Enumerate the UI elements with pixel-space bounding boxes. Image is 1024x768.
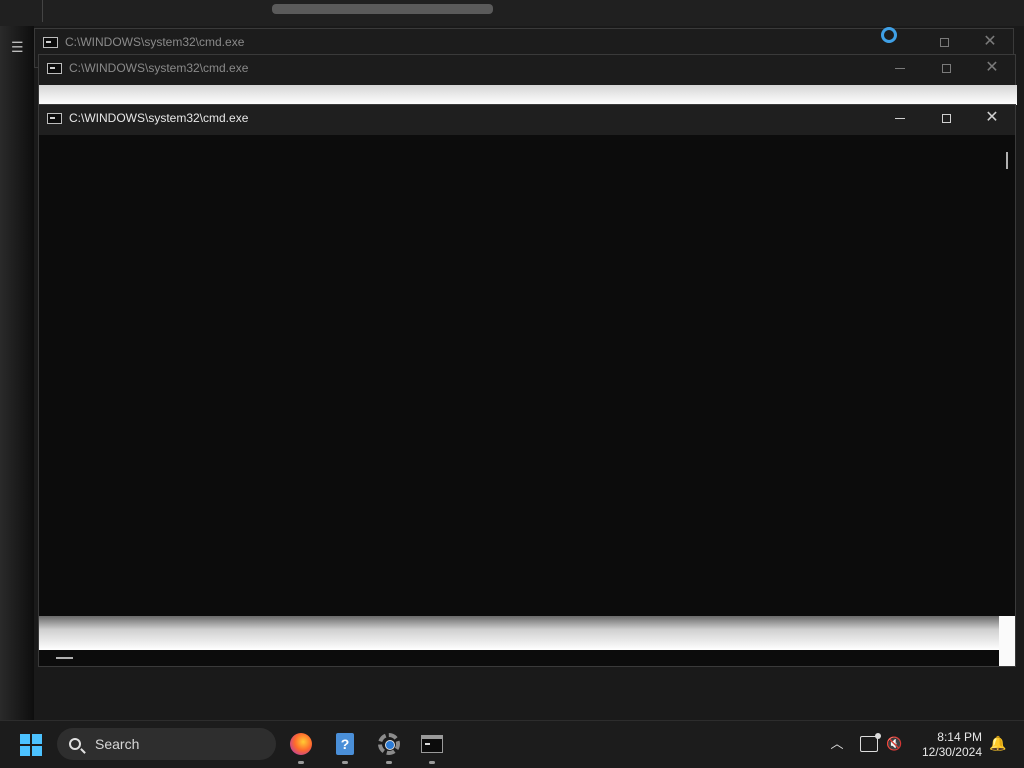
network-icon[interactable] — [860, 733, 881, 752]
window-title: C:\WINDOWS\system32\cmd.exe — [65, 35, 245, 49]
cmd-icon — [47, 112, 62, 124]
taskbar-app-settings[interactable] — [374, 729, 404, 764]
taskbar-app-firefox[interactable] — [286, 729, 316, 764]
show-hidden-icons-chevron-icon[interactable]: ︿ — [830, 737, 844, 751]
cmd-icon — [43, 36, 58, 48]
maximize-icon — [941, 63, 951, 73]
scroll-thumb[interactable] — [1006, 152, 1008, 169]
taskbar: Search ? ︿ 🔇 8:14 PM 12/30/2024 🔔 — [0, 720, 1024, 768]
start-button[interactable] — [20, 734, 42, 756]
desktop-top-bar — [0, 0, 1024, 26]
window-title: C:\WINDOWS\system32\cmd.exe — [69, 61, 249, 75]
menu-icon[interactable]: ☰ — [11, 40, 25, 54]
settings-gear-icon — [378, 733, 400, 755]
minimize-icon — [895, 67, 905, 69]
desktop-left-panel: ☰ — [0, 26, 34, 726]
scrollbar-corner — [999, 616, 1015, 666]
cmd-window-active[interactable]: C:\WINDOWS\system32\cmd.exe ✕ — [38, 104, 1016, 667]
windows-logo-tile — [32, 746, 42, 756]
maximize-button[interactable] — [923, 105, 969, 131]
close-icon: ✕ — [985, 109, 999, 126]
close-button[interactable]: ✕ — [969, 55, 1015, 81]
maximize-button[interactable] — [921, 29, 967, 55]
horizontal-scrollbar[interactable] — [39, 650, 999, 666]
titlebar[interactable]: C:\WINDOWS\system32\cmd.exe — [35, 29, 1013, 55]
clock[interactable]: 8:14 PM 12/30/2024 — [908, 730, 982, 760]
windows-logo-tile — [20, 734, 30, 744]
firefox-icon — [290, 733, 312, 755]
running-indicator — [429, 761, 435, 764]
render-glitch-band — [39, 616, 999, 650]
divider — [42, 0, 43, 22]
running-indicator — [298, 761, 304, 764]
close-icon: ✕ — [983, 33, 997, 50]
maximize-button[interactable] — [923, 55, 969, 81]
vertical-scrollbar[interactable] — [999, 135, 1015, 616]
windows-logo-tile — [20, 746, 30, 756]
taskbar-app-help[interactable]: ? — [330, 729, 360, 764]
clock-time: 8:14 PM — [937, 730, 982, 744]
clock-date: 12/30/2024 — [921, 745, 982, 759]
minimize-icon — [895, 117, 905, 119]
search-icon — [69, 738, 81, 750]
close-button[interactable]: ✕ — [969, 105, 1015, 131]
minimize-button[interactable] — [877, 55, 923, 81]
volume-muted-icon[interactable]: 🔇 — [886, 736, 904, 752]
running-indicator — [342, 761, 348, 764]
notification-bell-icon[interactable]: 🔔 — [989, 736, 1006, 750]
window-title: C:\WINDOWS\system32\cmd.exe — [69, 111, 249, 125]
console-output[interactable] — [39, 135, 999, 616]
minimize-button[interactable] — [877, 105, 923, 131]
scroll-thumb[interactable] — [56, 657, 73, 659]
terminal-icon — [421, 735, 443, 753]
help-icon: ? — [336, 733, 354, 755]
search-label: Search — [95, 736, 140, 752]
taskbar-app-terminal[interactable] — [417, 729, 447, 764]
titlebar[interactable]: C:\WINDOWS\system32\cmd.exe — [39, 105, 1015, 131]
running-indicator — [386, 761, 392, 764]
close-icon: ✕ — [985, 59, 999, 76]
windows-logo-tile — [32, 734, 42, 744]
close-button[interactable]: ✕ — [967, 29, 1013, 55]
titlebar[interactable]: C:\WINDOWS\system32\cmd.exe — [39, 55, 1015, 81]
cmd-icon — [47, 62, 62, 74]
search-box[interactable]: Search — [57, 728, 276, 760]
drag-handle[interactable] — [272, 4, 493, 14]
maximize-icon — [941, 113, 951, 123]
maximize-icon — [939, 37, 949, 47]
busy-cursor-icon — [881, 27, 897, 43]
window-content-area — [39, 85, 1017, 105]
